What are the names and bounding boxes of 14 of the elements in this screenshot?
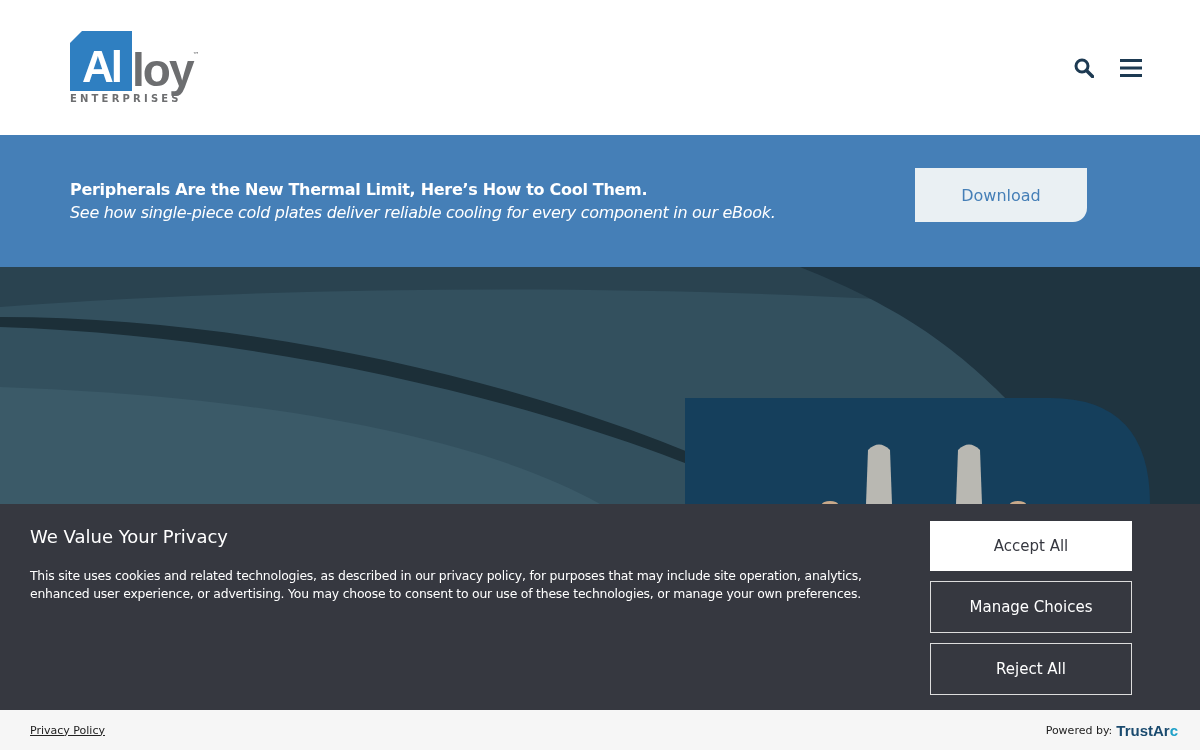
powered-by-label: Powered by: (1045, 723, 1113, 737)
privacy-title: We Value Your Privacy (30, 526, 229, 547)
manage-choices-button[interactable]: Manage Choices (930, 581, 1132, 633)
download-button[interactable]: Download (915, 168, 1087, 222)
promo-subline: See how single-piece cold plates deliver reliable cooling for every component in our eBook. (70, 203, 776, 222)
promo-headline: Peripherals Are the New Thermal Limit, Here’s How to Cool Them. (70, 180, 649, 199)
trustarc-logo[interactable]: TrustArc (1116, 721, 1178, 739)
privacy-policy-link[interactable]: Privacy Policy (30, 723, 105, 737)
reject-all-button[interactable]: Reject All (930, 643, 1132, 695)
accept-all-button[interactable]: Accept All (930, 521, 1132, 571)
menu-icon[interactable] (1120, 57, 1142, 78)
privacy-text: This site uses cookies and related technologies, as described in our privacy policy, for purposes that may include site operation, analytics, enhanced user experience, or advertising. You may choose to consent to our use of these technologies, or manage your own preferences. (30, 567, 863, 603)
search-icon[interactable] (1074, 57, 1094, 78)
logo-mark: Al (82, 45, 120, 91)
